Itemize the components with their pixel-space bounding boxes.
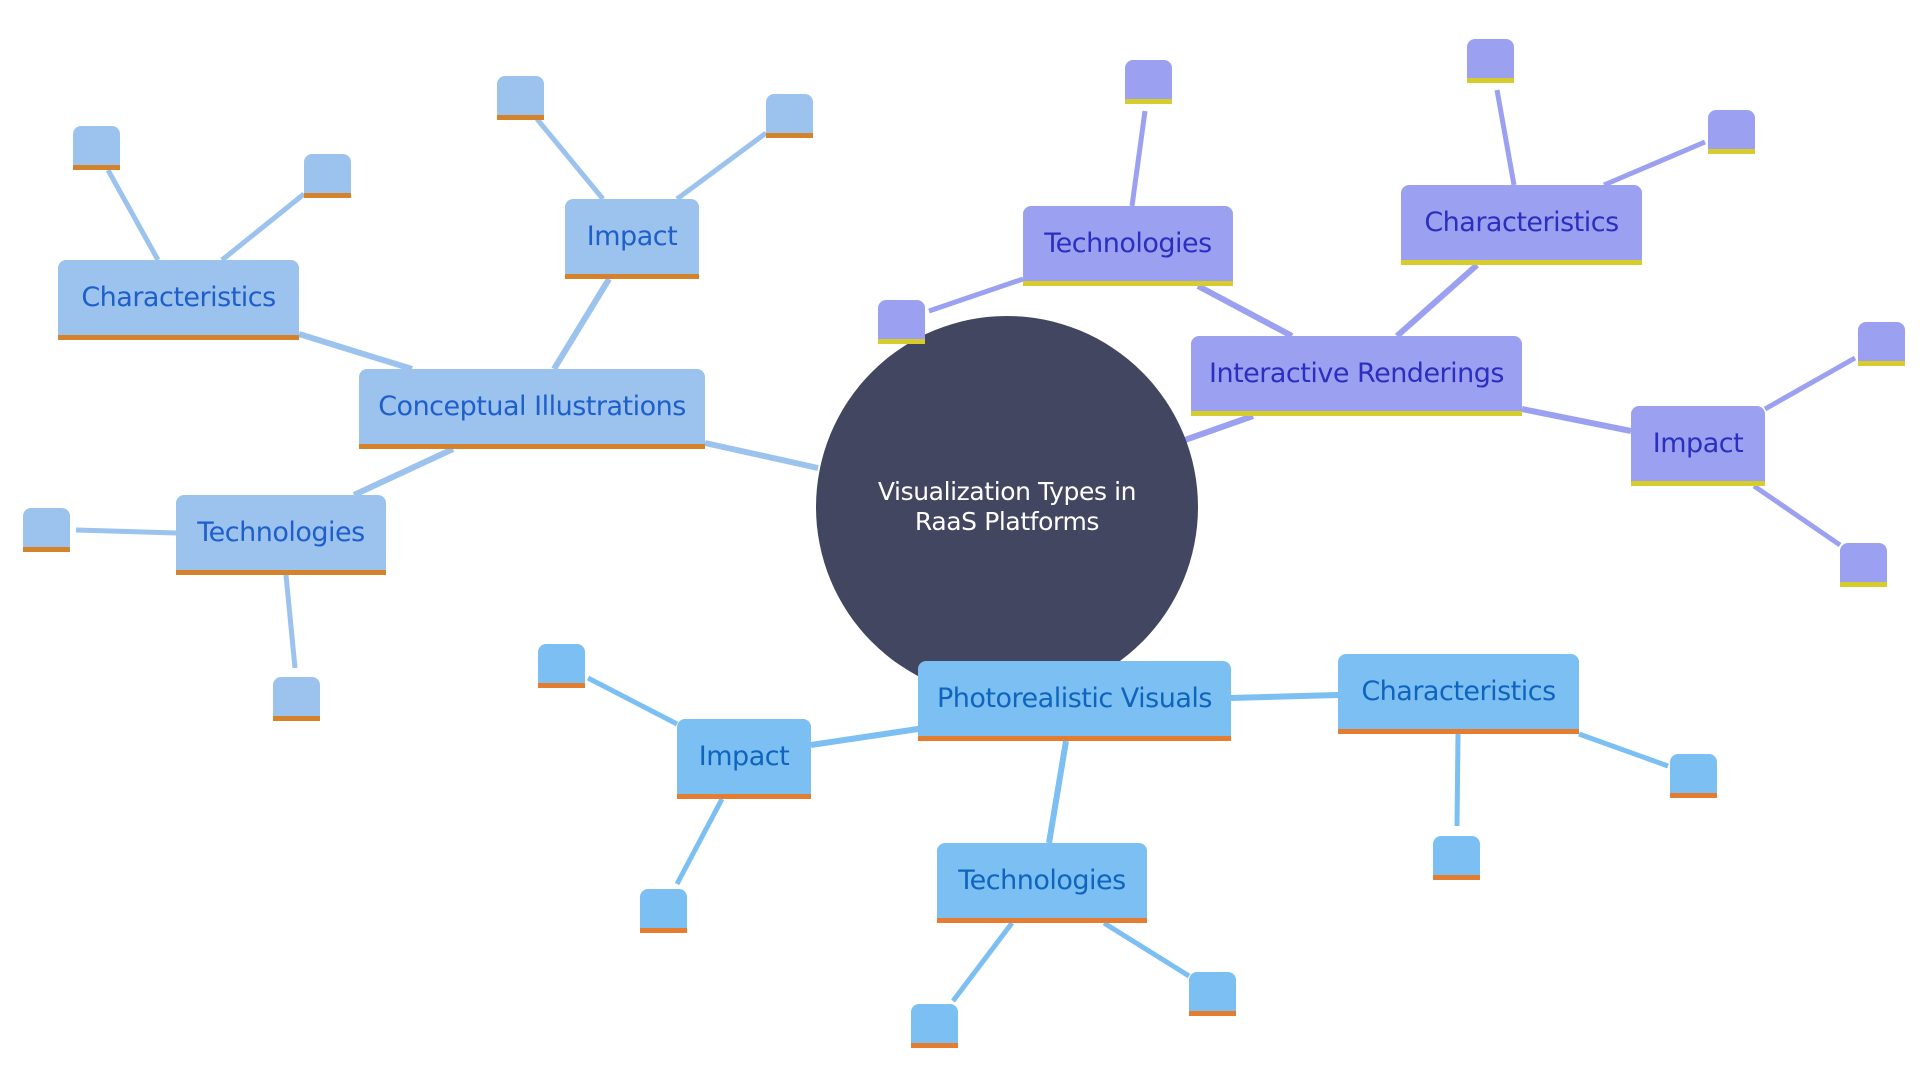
edge-interactive-renderings-technologies	[1196, 283, 1294, 339]
edge-leaf	[220, 192, 306, 262]
edge-leaf	[1603, 139, 1706, 188]
topic-label: Characteristics	[1424, 207, 1619, 238]
topic-label: Technologies	[958, 865, 1126, 896]
leaf-node[interactable]	[1840, 543, 1887, 587]
leaf-node[interactable]	[1433, 836, 1480, 880]
leaf-node[interactable]	[1708, 110, 1755, 154]
edge-leaf	[75, 527, 177, 536]
topic-node-technologies[interactable]: Technologies	[937, 843, 1147, 923]
topic-node-impact[interactable]: Impact	[677, 719, 811, 799]
leaf-node[interactable]	[878, 300, 925, 344]
edge-conceptual-illustrations-characteristics	[298, 331, 413, 372]
edge-photorealistic-visuals-impact	[810, 726, 919, 748]
topic-node-characteristics[interactable]: Characteristics	[58, 260, 299, 340]
leaf-node[interactable]	[538, 644, 585, 688]
root-label: Visualization Types in RaaS Platforms	[877, 477, 1137, 536]
root-node[interactable]: Visualization Types in RaaS Platforms	[816, 316, 1198, 698]
leaf-node[interactable]	[911, 1004, 958, 1048]
edge-leaf	[283, 574, 298, 669]
branch-label: Interactive Renderings	[1209, 358, 1504, 389]
edge-interactive-renderings-characteristics	[1395, 262, 1479, 339]
branch-node-photorealistic-visuals[interactable]: Photorealistic Visuals	[918, 661, 1231, 741]
edge-conceptual-illustrations-technologies	[352, 446, 455, 498]
edge-leaf	[535, 117, 605, 201]
topic-node-impact[interactable]: Impact	[1631, 406, 1765, 486]
edge-photorealistic-visuals-characteristics	[1230, 692, 1339, 701]
topic-label: Technologies	[1044, 228, 1212, 259]
topic-node-technologies[interactable]: Technologies	[176, 495, 386, 575]
leaf-node[interactable]	[1189, 972, 1236, 1016]
edge-leaf	[674, 797, 725, 886]
leaf-node[interactable]	[497, 76, 544, 120]
topic-node-impact[interactable]: Impact	[565, 199, 699, 279]
edge-leaf	[1763, 355, 1857, 412]
edge-leaf	[1752, 483, 1842, 548]
leaf-node[interactable]	[640, 889, 687, 933]
edge-leaf	[1129, 110, 1148, 207]
branch-label: Photorealistic Visuals	[937, 683, 1212, 714]
edge-leaf	[675, 130, 768, 202]
edge-leaf	[105, 168, 161, 262]
edge-interactive-renderings-impact	[1521, 406, 1632, 434]
topic-label: Impact	[1652, 428, 1744, 459]
topic-node-characteristics[interactable]: Characteristics	[1338, 654, 1579, 734]
edge-leaf	[1102, 920, 1191, 979]
edge-photorealistic-visuals-technologies	[1046, 740, 1069, 844]
leaf-node[interactable]	[1125, 60, 1172, 104]
topic-node-characteristics[interactable]: Characteristics	[1401, 185, 1642, 265]
topic-node-technologies[interactable]: Technologies	[1023, 206, 1233, 286]
leaf-node[interactable]	[1467, 39, 1514, 83]
edge-leaf	[1454, 733, 1461, 827]
leaf-node[interactable]	[766, 94, 813, 138]
edge-root-conceptual-illustrations	[704, 440, 819, 471]
topic-label: Impact	[698, 741, 790, 772]
edge-leaf	[928, 276, 1024, 314]
branch-node-interactive-renderings[interactable]: Interactive Renderings	[1191, 336, 1522, 416]
leaf-node[interactable]	[23, 508, 70, 552]
topic-label: Technologies	[197, 517, 365, 548]
topic-label: Impact	[586, 221, 678, 252]
edge-leaf	[951, 921, 1014, 1003]
branch-label: Conceptual Illustrations	[378, 391, 686, 422]
branch-node-conceptual-illustrations[interactable]: Conceptual Illustrations	[359, 369, 705, 449]
leaf-node[interactable]	[1858, 322, 1905, 366]
topic-label: Characteristics	[81, 282, 276, 313]
leaf-node[interactable]	[304, 154, 351, 198]
edge-root-interactive-renderings	[1181, 413, 1254, 444]
edge-leaf	[1494, 89, 1517, 186]
topic-label: Characteristics	[1361, 676, 1556, 707]
edge-leaf	[1578, 731, 1669, 769]
leaf-node[interactable]	[1670, 754, 1717, 798]
edge-conceptual-illustrations-impact	[551, 277, 612, 371]
leaf-node[interactable]	[273, 677, 320, 721]
edge-leaf	[586, 675, 679, 727]
leaf-node[interactable]	[73, 126, 120, 170]
